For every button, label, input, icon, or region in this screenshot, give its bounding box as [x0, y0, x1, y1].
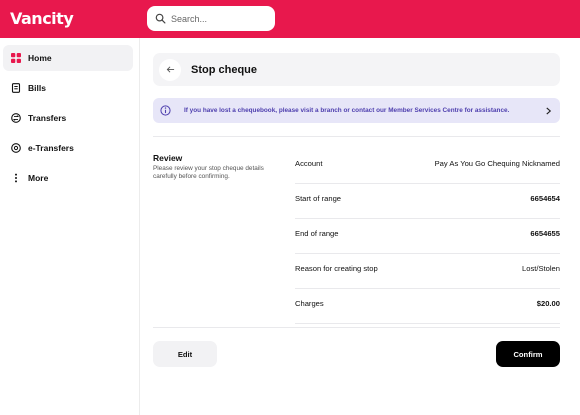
chevron-right-icon[interactable]	[544, 106, 552, 115]
sidebar-item-transfers[interactable]: Transfers	[3, 105, 133, 131]
sidebar-item-label: e-Transfers	[28, 143, 74, 153]
row-value: 6654654	[530, 194, 560, 203]
divider	[153, 327, 560, 328]
row-label: End of range	[295, 229, 339, 238]
review-description: Please review your stop cheque details c…	[153, 165, 264, 180]
row-value: Lost/Stolen	[522, 264, 560, 273]
search-box[interactable]	[147, 6, 275, 31]
sidebar-item-label: Transfers	[28, 113, 67, 123]
search-icon	[155, 13, 166, 24]
sidebar-item-more[interactable]: More	[3, 165, 133, 191]
row-value: Pay As You Go Chequing Nicknamed	[434, 159, 560, 168]
review-row-account: Account Pay As You Go Chequing Nicknamed	[295, 146, 560, 181]
vancity-logo[interactable]: Vancity	[10, 9, 74, 28]
review-row-end-range: End of range 6654655	[295, 216, 560, 251]
page-header: Stop cheque	[153, 53, 560, 86]
info-banner-text: If you have lost a chequebook, please vi…	[184, 107, 510, 114]
sidebar-item-label: Home	[28, 53, 52, 63]
info-icon	[160, 105, 171, 116]
top-bar: Vancity	[0, 0, 580, 38]
sidebar-item-e-transfers[interactable]: e-Transfers	[3, 135, 133, 161]
info-banner[interactable]: If you have lost a chequebook, please vi…	[153, 98, 560, 123]
arrow-left-icon	[166, 66, 174, 73]
search-input[interactable]	[171, 13, 271, 24]
sidebar: Home Bills Transfers e-Transfers More	[0, 38, 140, 415]
back-button[interactable]	[159, 58, 181, 81]
sidebar-item-home[interactable]: Home	[3, 45, 133, 71]
row-value: $20.00	[536, 299, 560, 308]
review-row-start-range: Start of range 6654654	[295, 181, 560, 216]
row-value: 6654655	[530, 229, 560, 238]
transfer-icon	[11, 113, 21, 123]
more-vertical-icon	[11, 173, 21, 183]
review-row-charges: Charges $20.00	[295, 286, 560, 321]
row-divider	[295, 323, 560, 324]
sidebar-item-label: Bills	[28, 83, 46, 93]
row-label: Reason for creating stop	[295, 264, 378, 273]
divider	[153, 136, 560, 137]
row-label: Charges	[295, 299, 324, 308]
sidebar-item-label: More	[28, 173, 49, 183]
row-label: Account	[295, 159, 323, 168]
row-label: Start of range	[295, 194, 342, 203]
bill-icon	[11, 83, 21, 93]
review-heading: Review	[153, 153, 183, 163]
sidebar-item-bills[interactable]: Bills	[3, 75, 133, 101]
page-title: Stop cheque	[191, 63, 258, 76]
review-row-reason: Reason for creating stop Lost/Stolen	[295, 251, 560, 286]
e-transfer-icon	[11, 143, 21, 153]
home-grid-icon	[11, 53, 21, 63]
edit-button[interactable]: Edit	[153, 341, 217, 367]
confirm-button[interactable]: Confirm	[496, 341, 560, 367]
